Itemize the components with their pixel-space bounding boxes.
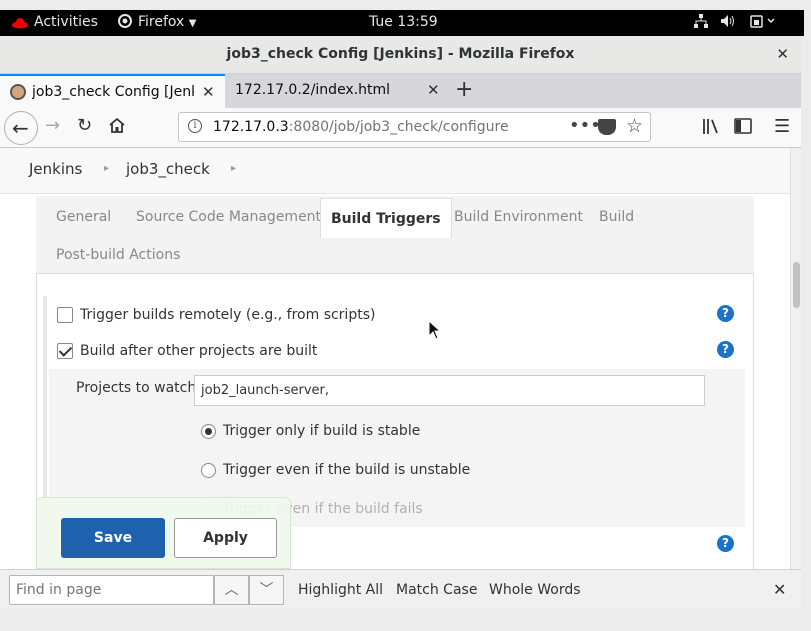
tab-general[interactable]: General — [56, 209, 111, 225]
hamburger-menu-icon[interactable]: ☰ — [774, 116, 790, 137]
home-icon[interactable] — [108, 117, 126, 139]
tab-build[interactable]: Build — [599, 209, 634, 225]
whole-words-button[interactable]: Whole Words — [489, 582, 581, 598]
projects-to-watch-input[interactable]: job2_launch-server, — [194, 375, 705, 406]
reload-icon[interactable]: ↻ — [77, 115, 92, 136]
trigger-remotely-label[interactable]: Trigger builds remotely (e.g., from scri… — [80, 307, 375, 323]
tab-build-environment[interactable]: Build Environment — [454, 209, 583, 225]
firefox-app-icon — [118, 14, 132, 30]
screen: Activities Firefox ▼ Tue 13:59 job3_chec… — [0, 0, 811, 631]
jenkins-favicon-icon — [10, 84, 26, 100]
sidebar-icon[interactable] — [734, 118, 752, 139]
build-after-checkbox[interactable] — [57, 343, 73, 359]
tab-index-html[interactable]: 172.17.0.2/index.html ✕ — [226, 74, 448, 108]
window-close-icon[interactable]: ✕ — [776, 45, 789, 63]
save-button[interactable]: Save — [61, 518, 165, 558]
tab-label: job3_check Config [Jenkins] — [32, 84, 194, 100]
clock[interactable]: Tue 13:59 — [369, 14, 438, 30]
config-tab-bar: General Source Code Management Build Tri… — [36, 196, 754, 274]
find-close-icon[interactable]: ✕ — [773, 580, 786, 599]
url-path: :8080/job/job3_check/configure — [288, 119, 509, 135]
network-icon[interactable] — [694, 14, 708, 32]
trigger-unstable-label[interactable]: Trigger even if the build is unstable — [223, 462, 470, 478]
breadcrumb-separator-icon: ▸ — [231, 163, 237, 174]
chevron-down-icon: ﹀ — [259, 582, 274, 598]
volume-icon[interactable] — [720, 14, 736, 32]
forward-arrow-icon[interactable]: → — [45, 115, 60, 136]
tab-job3-config[interactable]: job3_check Config [Jenkins] ✕ — [0, 74, 225, 108]
mouse-cursor-icon — [428, 320, 442, 340]
window-titlebar: job3_check Config [Jenkins] - Mozilla Fi… — [0, 36, 801, 74]
help-icon[interactable]: ? — [717, 535, 734, 552]
new-tab-icon[interactable]: + — [455, 77, 473, 102]
find-previous-button[interactable]: ︿ — [214, 575, 249, 605]
library-icon[interactable] — [702, 118, 720, 140]
save-apply-bar: Save Apply — [36, 497, 291, 569]
pocket-icon[interactable] — [598, 119, 616, 135]
app-menu-label: Firefox — [138, 14, 185, 30]
tab-source-code-management[interactable]: Source Code Management — [136, 209, 321, 225]
back-button[interactable]: ← — [4, 111, 38, 145]
help-icon[interactable]: ? — [717, 341, 734, 358]
bookmark-star-icon[interactable]: ☆ — [626, 115, 643, 137]
chevron-up-icon: ︿ — [224, 582, 239, 598]
trigger-remotely-checkbox[interactable] — [57, 307, 73, 323]
navigation-toolbar: ← → ↻ i 172.17.0.3:8080/job/job3_check/c… — [0, 108, 801, 148]
system-top-bar: Activities Firefox ▼ Tue 13:59 — [0, 10, 804, 36]
breadcrumb-job[interactable]: job3_check — [126, 160, 210, 178]
trigger-unstable-radio[interactable] — [201, 463, 216, 478]
match-case-button[interactable]: Match Case — [396, 582, 477, 598]
breadcrumb: Jenkins ▸ job3_check ▸ — [0, 148, 790, 194]
page-scrollbar[interactable] — [790, 148, 801, 569]
tab-build-triggers[interactable]: Build Triggers — [320, 198, 452, 238]
trigger-stable-radio[interactable] — [201, 424, 216, 439]
projects-to-watch-label: Projects to watch — [76, 380, 197, 396]
breadcrumb-separator-icon: ▸ — [104, 163, 110, 174]
url-text: 172.17.0.3:8080/job/job3_check/configure — [213, 119, 509, 135]
tab-label: 172.17.0.2/index.html — [235, 82, 391, 98]
page-viewport: Jenkins ▸ job3_check ▸ General Source Co… — [0, 148, 790, 569]
apply-button[interactable]: Apply — [174, 518, 277, 558]
window-title: job3_check Config [Jenkins] - Mozilla Fi… — [226, 46, 575, 62]
site-info-icon[interactable]: i — [188, 119, 202, 133]
power-icon[interactable] — [750, 14, 778, 32]
build-after-label[interactable]: Build after other projects are built — [80, 343, 317, 359]
tab-strip: job3_check Config [Jenkins] ✕ 172.17.0.2… — [0, 74, 801, 108]
page-actions-icon[interactable]: ••• — [569, 115, 601, 136]
find-input[interactable] — [9, 575, 214, 605]
url-bar[interactable]: i 172.17.0.3:8080/job/job3_check/configu… — [178, 112, 651, 142]
tab-close-icon[interactable]: ✕ — [202, 83, 215, 101]
tab-post-build-actions[interactable]: Post-build Actions — [56, 247, 180, 263]
trigger-stable-label[interactable]: Trigger only if build is stable — [223, 423, 420, 439]
find-bar: ︿ ﹀ Highlight All Match Case Whole Words… — [0, 569, 801, 609]
highlight-all-button[interactable]: Highlight All — [298, 582, 383, 598]
url-host: 172.17.0.3 — [213, 119, 289, 135]
activities-button[interactable]: Activities — [34, 14, 98, 30]
chevron-down-icon: ▼ — [188, 18, 197, 29]
app-menu-button[interactable]: Firefox ▼ — [138, 14, 197, 30]
find-next-button[interactable]: ﹀ — [249, 575, 284, 605]
tab-close-icon[interactable]: ✕ — [427, 81, 440, 99]
scrollbar-thumb[interactable] — [793, 262, 800, 308]
breadcrumb-jenkins[interactable]: Jenkins — [29, 160, 82, 178]
back-arrow-icon: ← — [12, 116, 29, 140]
help-icon[interactable]: ? — [717, 305, 734, 322]
redhat-logo-icon — [12, 18, 28, 29]
